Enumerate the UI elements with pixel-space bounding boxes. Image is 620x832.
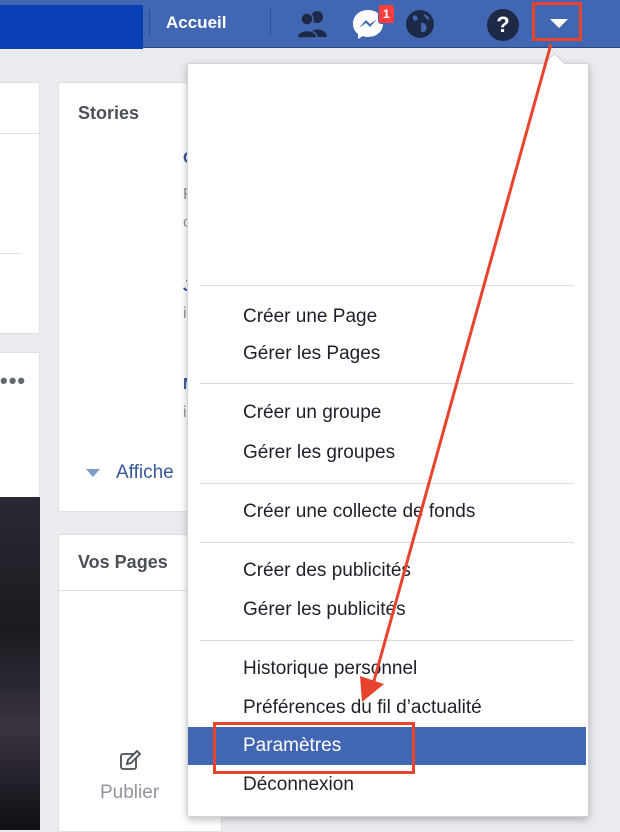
menu-item-create-ads[interactable]: Créer des publicités [243, 560, 411, 582]
home-link[interactable]: Accueil [166, 13, 226, 33]
caret-down-icon [86, 468, 100, 477]
dropdown-caret-icon [550, 19, 568, 28]
settings-highlight-box [213, 722, 415, 774]
menu-item-manage-pages[interactable]: Gérer les Pages [243, 343, 380, 365]
menu-item-create-fundraiser[interactable]: Créer une collecte de fonds [243, 501, 475, 523]
publish-button[interactable]: Publier [100, 750, 159, 804]
menu-divider [200, 285, 574, 286]
menu-item-create-page[interactable]: Créer une Page [243, 306, 377, 328]
help-icon[interactable]: ? [487, 9, 519, 41]
menu-pointer [543, 52, 566, 75]
divider [270, 9, 271, 36]
stories-title: Stories [78, 103, 140, 123]
menu-item-manage-groups[interactable]: Gérer les groupes [243, 442, 395, 464]
edit-icon [119, 750, 141, 770]
account-menu-button[interactable] [532, 2, 582, 41]
show-more-link[interactable]: Affiche [86, 462, 174, 484]
post-photo [0, 497, 40, 830]
more-options-icon[interactable]: ••• [0, 368, 26, 394]
publish-label: Publier [100, 782, 160, 803]
menu-divider [200, 483, 574, 484]
top-navigation-bar: Accueil 1 ? [0, 0, 620, 49]
menu-item-manage-ads[interactable]: Gérer les publicités [243, 599, 406, 621]
globe-icon[interactable] [402, 7, 438, 41]
menu-item-logout[interactable]: Déconnexion [243, 774, 354, 796]
messages-badge: 1 [378, 4, 395, 24]
your-pages-title: Vos Pages [78, 552, 168, 572]
menu-item-news-feed-preferences[interactable]: Préférences du fil d’actualité [243, 697, 482, 719]
divider [149, 9, 150, 36]
friends-icon[interactable] [295, 7, 331, 41]
menu-divider [200, 640, 574, 641]
menu-item-activity-log[interactable]: Historique personnel [243, 658, 417, 680]
menu-divider [200, 383, 574, 384]
show-more-label: Affiche [116, 462, 174, 483]
menu-item-create-group[interactable]: Créer un groupe [243, 402, 381, 424]
menu-divider [200, 542, 574, 543]
search-bar[interactable] [0, 5, 143, 49]
left-card [0, 82, 40, 334]
